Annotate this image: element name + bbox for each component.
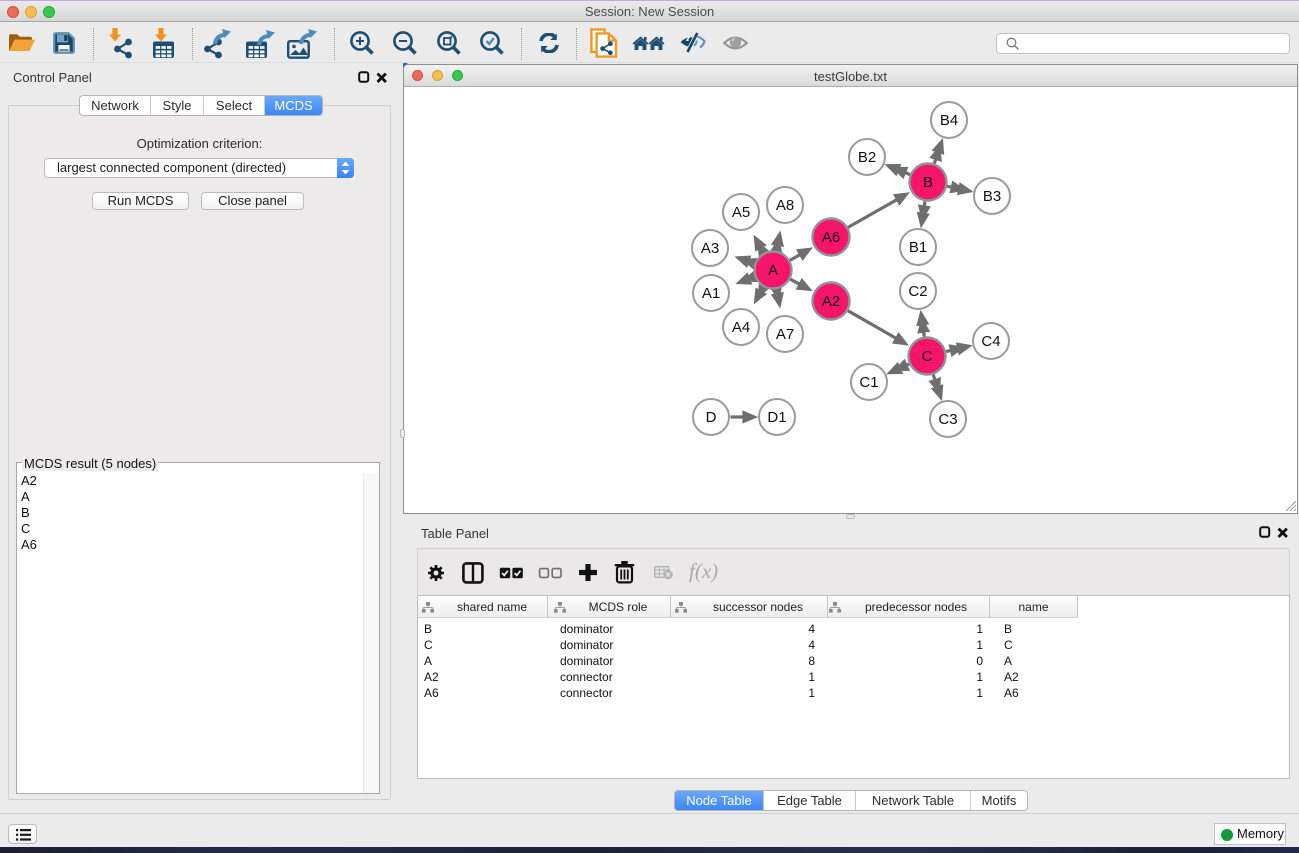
svg-text:B2: B2 [858,149,876,166]
svg-text:C: C [922,348,933,365]
svg-text:B: B [923,174,933,191]
svg-text:A: A [768,262,778,279]
svg-text:A5: A5 [732,204,750,221]
svg-text:B4: B4 [940,112,958,129]
svg-text:A6: A6 [822,229,840,246]
svg-text:C4: C4 [981,333,1000,350]
svg-text:A4: A4 [732,319,750,336]
svg-text:A7: A7 [776,326,794,343]
svg-text:B1: B1 [909,239,927,256]
svg-text:C3: C3 [938,411,957,428]
svg-text:D: D [706,409,717,426]
svg-text:A8: A8 [776,197,794,214]
svg-text:D1: D1 [767,409,786,426]
svg-text:C2: C2 [908,283,927,300]
svg-text:A2: A2 [822,293,840,310]
svg-text:A1: A1 [702,285,720,302]
svg-text:B3: B3 [983,188,1001,205]
svg-text:C1: C1 [859,374,878,391]
svg-text:A3: A3 [701,240,719,257]
